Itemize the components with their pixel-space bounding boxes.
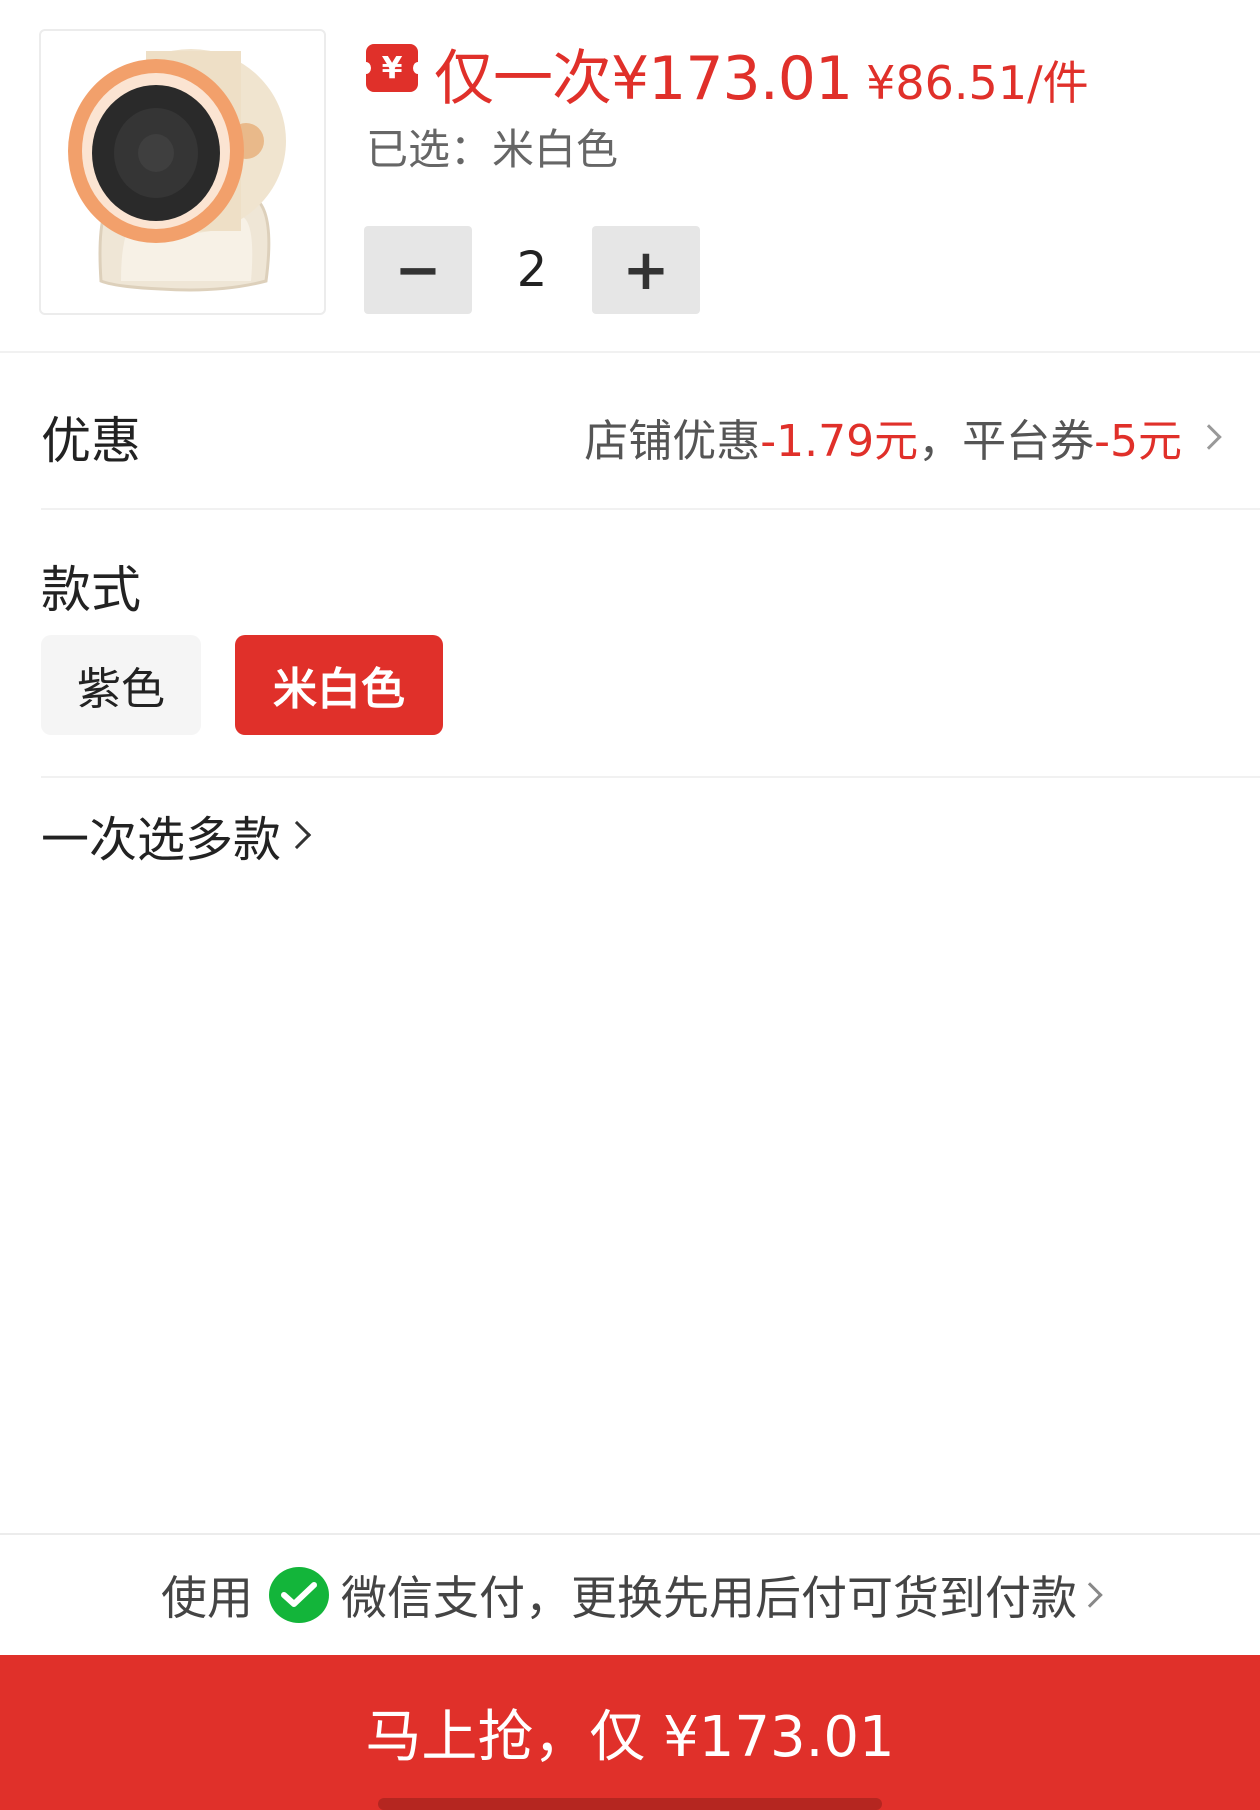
heater-image xyxy=(68,49,286,292)
price-line: 仅一次¥173.01 ¥86.51/件 xyxy=(434,30,1089,114)
product-thumbnail[interactable] xyxy=(39,29,326,315)
quantity-value[interactable]: 2 xyxy=(472,226,592,314)
platform-coupon-amount: -5元 xyxy=(1094,416,1182,467)
buy-now-button[interactable]: 马上抢，仅 ¥173.01 xyxy=(0,1655,1260,1810)
selected-variant-text: 已选：米白色 xyxy=(366,125,619,174)
product-header: ¥ 仅一次¥173.01 ¥86.51/件 已选：米白色 − 2 + xyxy=(0,0,1260,352)
quantity-decrease-button[interactable]: − xyxy=(364,226,472,314)
style-option-off-white-selected[interactable]: 米白色 xyxy=(235,635,443,735)
chevron-right-icon xyxy=(1196,424,1222,450)
discount-row[interactable]: 优惠 店铺优惠 -1.79元 ， 平台券 -5元 xyxy=(0,353,1260,508)
store-discount-amount: -1.79元 xyxy=(760,416,919,467)
platform-coupon-label: 平台券 xyxy=(962,416,1095,467)
chevron-right-icon xyxy=(1077,1582,1103,1608)
multi-select-label: 一次选多款 xyxy=(41,812,282,868)
style-option-purple[interactable]: 紫色 xyxy=(41,635,201,735)
discount-label: 优惠 xyxy=(41,412,141,470)
divider xyxy=(41,508,1260,510)
unit-price: ¥86.51/件 xyxy=(866,56,1089,110)
total-price: 仅一次¥173.01 xyxy=(434,44,853,114)
payment-method-text: 微信支付，更换先用后付可货到付款 xyxy=(341,1571,1077,1625)
home-indicator xyxy=(378,1798,882,1810)
discount-summary: 店铺优惠 -1.79元 ， 平台券 -5元 xyxy=(584,405,1222,469)
style-section-title: 款式 xyxy=(41,561,141,619)
quantity-increase-button[interactable]: + xyxy=(592,226,700,314)
store-discount-label: 店铺优惠 xyxy=(584,416,761,467)
payment-method-selector[interactable]: 使用 微信支付，更换先用后付可货到付款 xyxy=(0,1535,1260,1655)
divider xyxy=(41,776,1260,778)
multi-select-link[interactable]: 一次选多款 xyxy=(41,800,312,870)
chevron-right-icon xyxy=(282,820,312,850)
coupon-icon: ¥ xyxy=(361,44,423,92)
discount-separator: ， xyxy=(918,416,963,467)
payment-prefix: 使用 xyxy=(161,1571,253,1625)
wechat-pay-icon xyxy=(269,1567,329,1623)
